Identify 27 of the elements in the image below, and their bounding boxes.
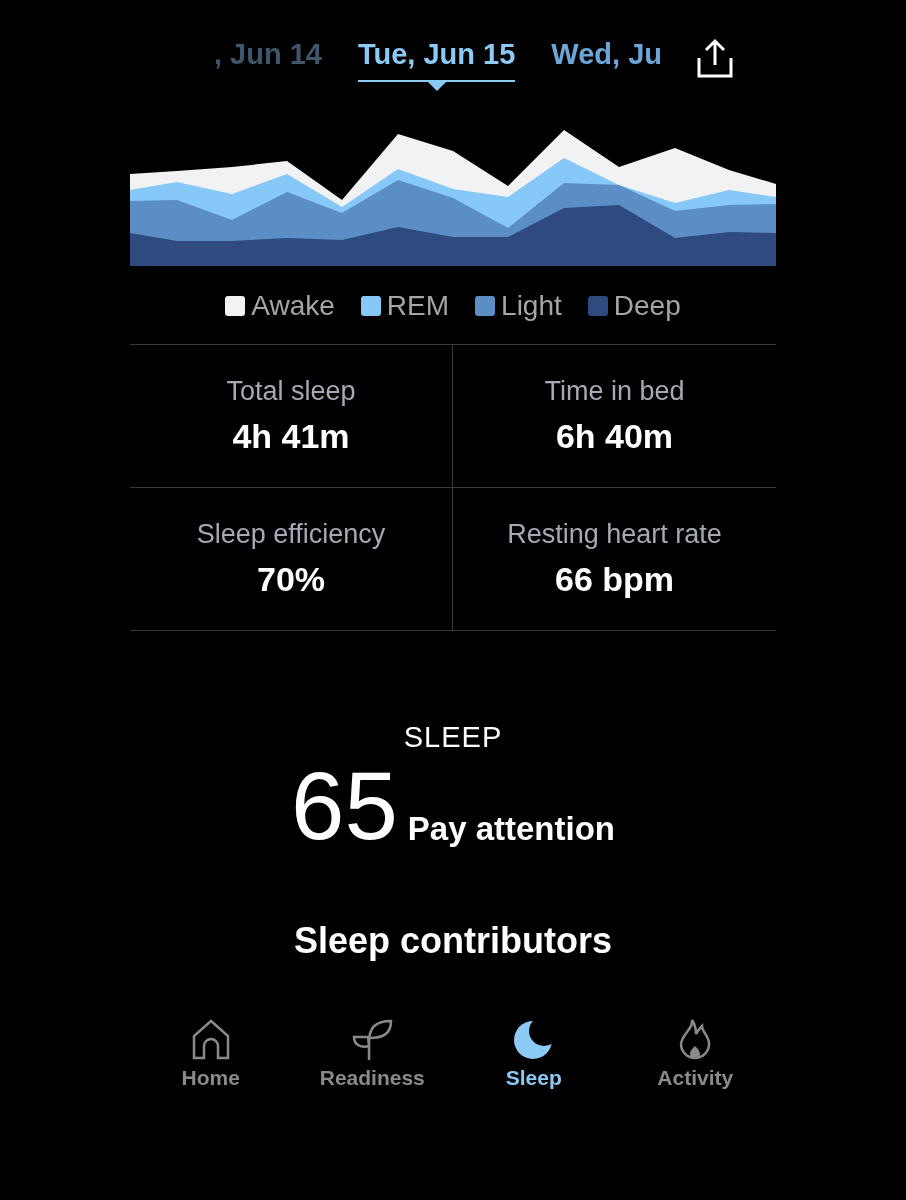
- stat-title: Time in bed: [544, 376, 685, 407]
- flame-icon: [678, 1018, 713, 1060]
- legend-label: Awake: [251, 290, 335, 322]
- moon-icon: [512, 1018, 555, 1060]
- share-icon[interactable]: [696, 38, 734, 78]
- nav-tab[interactable]: Sleep: [468, 1018, 599, 1090]
- legend-label: Light: [501, 290, 562, 322]
- legend-label: REM: [386, 290, 450, 322]
- score-rating: Pay attention: [407, 810, 615, 848]
- stat-title: Sleep efficiency: [196, 519, 386, 550]
- nav-tab[interactable]: Home: [145, 1018, 276, 1090]
- stat-value: 66 bpm: [554, 560, 674, 599]
- nav-tab[interactable]: Activity: [630, 1018, 761, 1090]
- legend-label: Deep: [613, 290, 681, 322]
- score-heading: SLEEP: [403, 721, 503, 754]
- stat-value: 4h 41m: [232, 417, 350, 456]
- date-tab[interactable]: Wed, Ju: [551, 38, 662, 91]
- stat-value: 6h 40m: [555, 417, 674, 456]
- score-value: 65: [291, 758, 398, 854]
- stat-value: 70%: [256, 560, 326, 599]
- section-title: Sleep contributors: [293, 920, 612, 962]
- home-icon: [190, 1018, 231, 1060]
- nav-tab[interactable]: Readiness: [307, 1018, 438, 1090]
- sprout-icon: [351, 1018, 394, 1060]
- stat-title: Resting heart rate: [507, 519, 722, 550]
- stat-title: Total sleep: [226, 376, 356, 407]
- date-tab[interactable]: Tue, Jun 15: [357, 38, 516, 91]
